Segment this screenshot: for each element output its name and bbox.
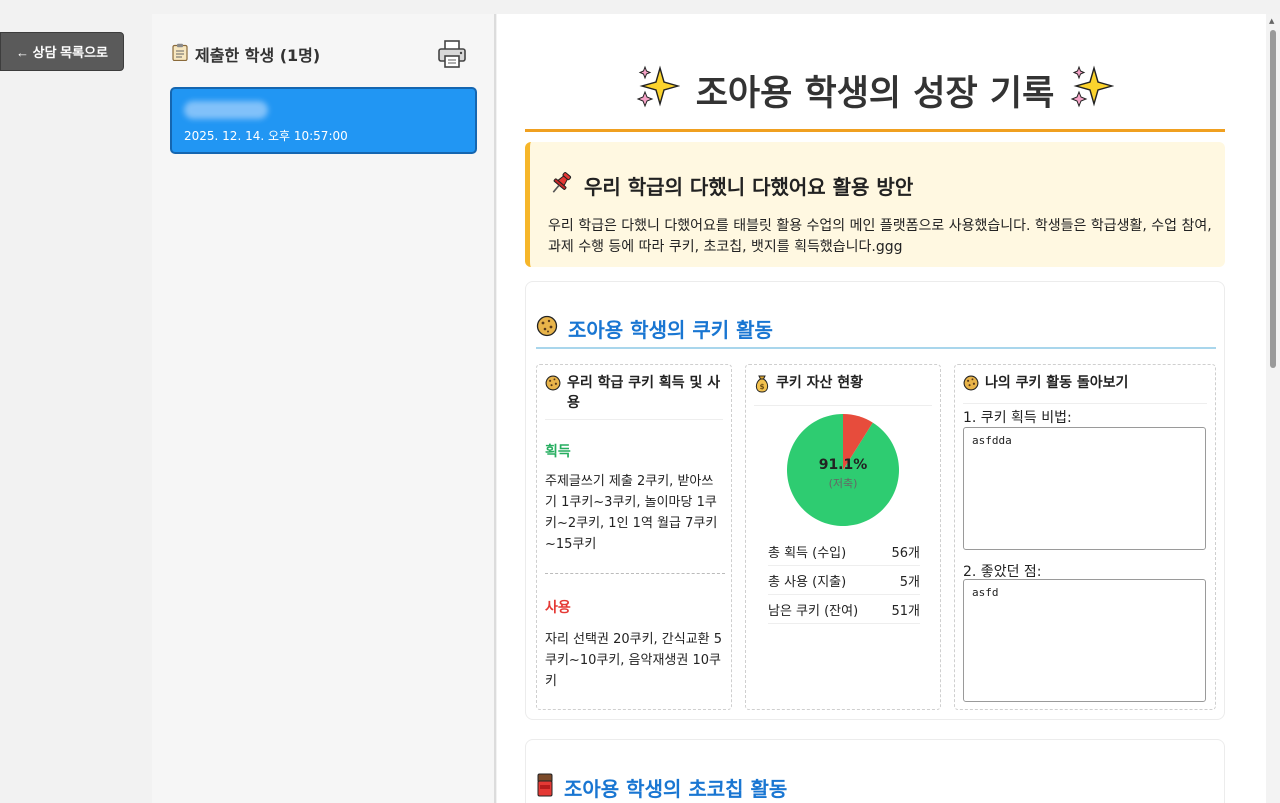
notice-box: 우리 학급의 다했니 다했어요 활용 방안 우리 학급은 다했니 다했어요를 태… (525, 142, 1225, 267)
stat-row: 총 획득 (수입) 56개 (768, 537, 920, 566)
cookie-stats: 총 획득 (수입) 56개 총 사용 (지출) 5개 남은 쿠키 (잔여) 51개 (768, 537, 920, 624)
cookie-section-title: 조아용 학생의 쿠키 활동 (536, 314, 773, 343)
submitted-header: 제출한 학생 (1명) (172, 42, 320, 66)
sparkles-icon (636, 64, 681, 117)
cookie-reflection-title: 나의 쿠키 활동 돌아보기 (963, 373, 1207, 404)
notice-title: 우리 학급의 다했니 다했어요 활용 방안 (548, 170, 913, 201)
cookie-rules-card: 우리 학급 쿠키 획득 및 사용 획득 주제글쓰기 제출 2쿠키, 받아쓰기 1… (536, 364, 732, 710)
cookie-pie-chart: 91.1% (저축) (786, 413, 900, 527)
chocochip-activity-section: 조아용 학생의 초코칩 활동 (525, 739, 1225, 803)
section-divider (536, 347, 1216, 349)
cookie-assets-title: $ 쿠키 자산 현황 (754, 373, 932, 406)
notice-text: 우리 학급은 다했니 다했어요를 태블릿 활용 수업의 메인 플랫폼으로 사용했… (548, 218, 1212, 255)
clipboard-icon (172, 43, 188, 65)
scroll-up-arrow-icon[interactable]: ▲ (1269, 17, 1274, 25)
money-bag-icon: $ (754, 375, 770, 399)
cookie-icon (963, 375, 979, 397)
submitted-title: 제출한 학생 (1명) (195, 46, 321, 65)
cookie-assets-card: $ 쿠키 자산 현황 91.1% (저축) 총 획득 (수입) 56개 총 사용 … (745, 364, 941, 710)
dashed-divider (545, 573, 725, 574)
chocolate-bar-icon (536, 773, 554, 802)
submission-date: 2025. 12. 14. 오후 10:57:00 (184, 129, 348, 143)
title-divider (525, 129, 1225, 132)
chocochip-section-title: 조아용 학생의 초코칩 활동 (536, 773, 787, 802)
pushpin-icon (548, 170, 574, 201)
submitted-students-panel: 제출한 학생 (1명) 2025. 12. 14. 오후 10:57:00 (152, 14, 496, 803)
pie-percent: 91.1% (818, 457, 868, 473)
q1-label: 1. 쿠키 획득 비법: (963, 410, 1072, 426)
student-list-item[interactable]: 2025. 12. 14. 오후 10:57:00 (170, 87, 477, 154)
sparkles-icon (1070, 64, 1115, 117)
report-panel: 조아용 학생의 성장 기록 우리 학급의 다했니 다했어요 활용 방안 우리 학… (497, 14, 1267, 803)
q2-label: 2. 좋았던 점: (963, 564, 1042, 580)
back-to-list-button[interactable]: ← 상담 목록으로 (0, 32, 124, 71)
use-label: 사용 (545, 600, 571, 616)
cookie-rules-title: 우리 학급 쿠키 획득 및 사용 (545, 373, 723, 420)
scrollbar-thumb[interactable] (1270, 30, 1276, 368)
cookie-icon (536, 315, 558, 342)
cookie-icon (545, 375, 561, 413)
use-text: 자리 선택권 20쿠키, 간식교환 5쿠키~10쿠키, 음악재생권 10쿠키 (545, 632, 723, 689)
report-title: 조아용 학생의 성장 기록 (525, 64, 1225, 117)
earn-text: 주제글쓰기 제출 2쿠키, 받아쓰기 1쿠키~3쿠키, 놀이마당 1쿠키~2쿠키… (545, 474, 718, 552)
svg-text:$: $ (760, 383, 765, 391)
cookie-activity-section: 조아용 학생의 쿠키 활동 우리 학급 쿠키 획득 및 사용 획득 주제글쓰기 … (525, 281, 1225, 720)
pie-subtitle: (저축) (828, 477, 858, 490)
stat-row: 남은 쿠키 (잔여) 51개 (768, 595, 920, 624)
student-name-blurred (184, 101, 268, 119)
printer-icon[interactable] (436, 38, 468, 70)
q1-textarea[interactable]: asfdda (963, 427, 1206, 550)
stat-row: 총 사용 (지출) 5개 (768, 566, 920, 595)
q2-textarea[interactable]: asfd (963, 579, 1206, 702)
earn-label: 획득 (545, 444, 571, 460)
cookie-reflection-card: 나의 쿠키 활동 돌아보기 1. 쿠키 획득 비법: asfdda 2. 좋았던… (954, 364, 1216, 710)
scrollbar[interactable]: ▲ (1266, 14, 1280, 803)
